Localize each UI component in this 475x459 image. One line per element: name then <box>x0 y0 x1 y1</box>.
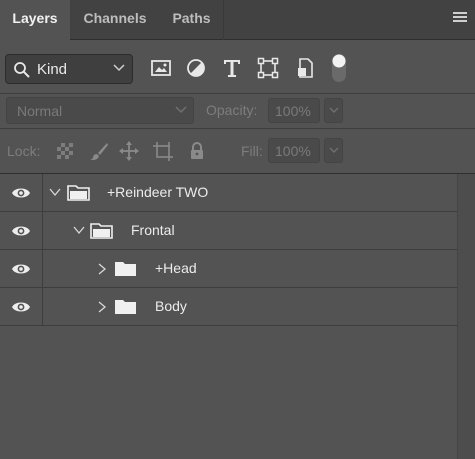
eye-icon <box>12 264 30 274</box>
visibility-toggle[interactable] <box>0 212 43 249</box>
layer-row-reindeer-two[interactable]: +Reindeer TWO <box>0 174 457 212</box>
fill-label: Fill: <box>241 143 263 159</box>
fill-input[interactable]: 100% <box>268 138 320 163</box>
blend-row: Normal Opacity: 100% <box>0 93 475 127</box>
layer-row-frontal[interactable]: Frontal <box>0 212 457 250</box>
lock-position-icon[interactable] <box>119 141 139 161</box>
lock-label: Lock: <box>7 143 41 159</box>
fill-dropdown-button[interactable] <box>324 138 343 163</box>
folder-open-icon <box>90 223 113 239</box>
blend-mode-select[interactable]: Normal <box>6 97 194 124</box>
folder-icon <box>115 262 136 276</box>
visibility-toggle[interactable] <box>0 174 43 211</box>
visibility-toggle[interactable] <box>0 250 43 287</box>
opacity-label: Opacity: <box>206 102 258 118</box>
filter-kind-label: Kind <box>37 61 68 78</box>
layer-name: Frontal <box>131 222 175 238</box>
layer-row-head[interactable]: +Head <box>0 250 457 288</box>
panel-tab-bar: Layers Channels Paths <box>0 0 475 41</box>
divider <box>0 128 475 129</box>
filter-kind-select[interactable]: Kind <box>5 54 133 84</box>
image-filter-icon[interactable] <box>150 57 172 79</box>
chevron-down-icon[interactable] <box>49 187 61 197</box>
chevron-down-icon <box>329 107 339 113</box>
layer-filter-row: Kind <box>0 41 475 93</box>
eye-icon <box>12 188 30 198</box>
chevron-down-icon <box>175 106 187 114</box>
visibility-toggle[interactable] <box>0 288 43 325</box>
eye-icon <box>12 226 30 236</box>
adjustment-filter-icon[interactable] <box>185 57 207 79</box>
opacity-dropdown-button[interactable] <box>324 98 343 123</box>
tab-layers[interactable]: Layers <box>0 0 70 41</box>
chevron-down-icon <box>329 147 339 153</box>
smart-object-filter-icon[interactable] <box>294 57 316 79</box>
type-filter-icon[interactable] <box>221 57 243 79</box>
layer-row-body[interactable]: Body <box>0 288 457 326</box>
lock-artboard-icon[interactable] <box>153 141 173 161</box>
panel-menu-icon[interactable] <box>453 12 467 26</box>
tab-channels[interactable]: Channels <box>70 0 160 40</box>
chevron-down-icon <box>113 64 125 72</box>
shape-filter-icon[interactable] <box>257 57 279 79</box>
layers-scrollbar[interactable] <box>457 174 475 459</box>
lock-all-icon[interactable] <box>187 141 207 161</box>
blend-mode-label: Normal <box>17 103 63 119</box>
layer-name: +Head <box>155 260 197 276</box>
chevron-down-icon[interactable] <box>73 225 85 235</box>
eye-icon <box>12 302 30 312</box>
layer-name: +Reindeer TWO <box>107 184 209 200</box>
lock-image-pixels-icon[interactable] <box>89 141 109 161</box>
chevron-right-icon[interactable] <box>97 263 107 275</box>
tab-paths[interactable]: Paths <box>160 0 224 40</box>
filter-toggle-icon[interactable] <box>329 53 349 83</box>
opacity-input[interactable]: 100% <box>268 98 320 123</box>
chevron-right-icon[interactable] <box>97 301 107 313</box>
search-icon <box>14 62 30 78</box>
layers-list: +Reindeer TWO Frontal +Head Body <box>0 174 475 459</box>
folder-icon <box>115 300 136 314</box>
folder-open-icon <box>67 185 90 201</box>
lock-transparent-pixels-icon[interactable] <box>55 141 75 161</box>
lock-row: Lock: Fill: 100% <box>0 133 475 169</box>
layer-name: Body <box>155 298 187 314</box>
